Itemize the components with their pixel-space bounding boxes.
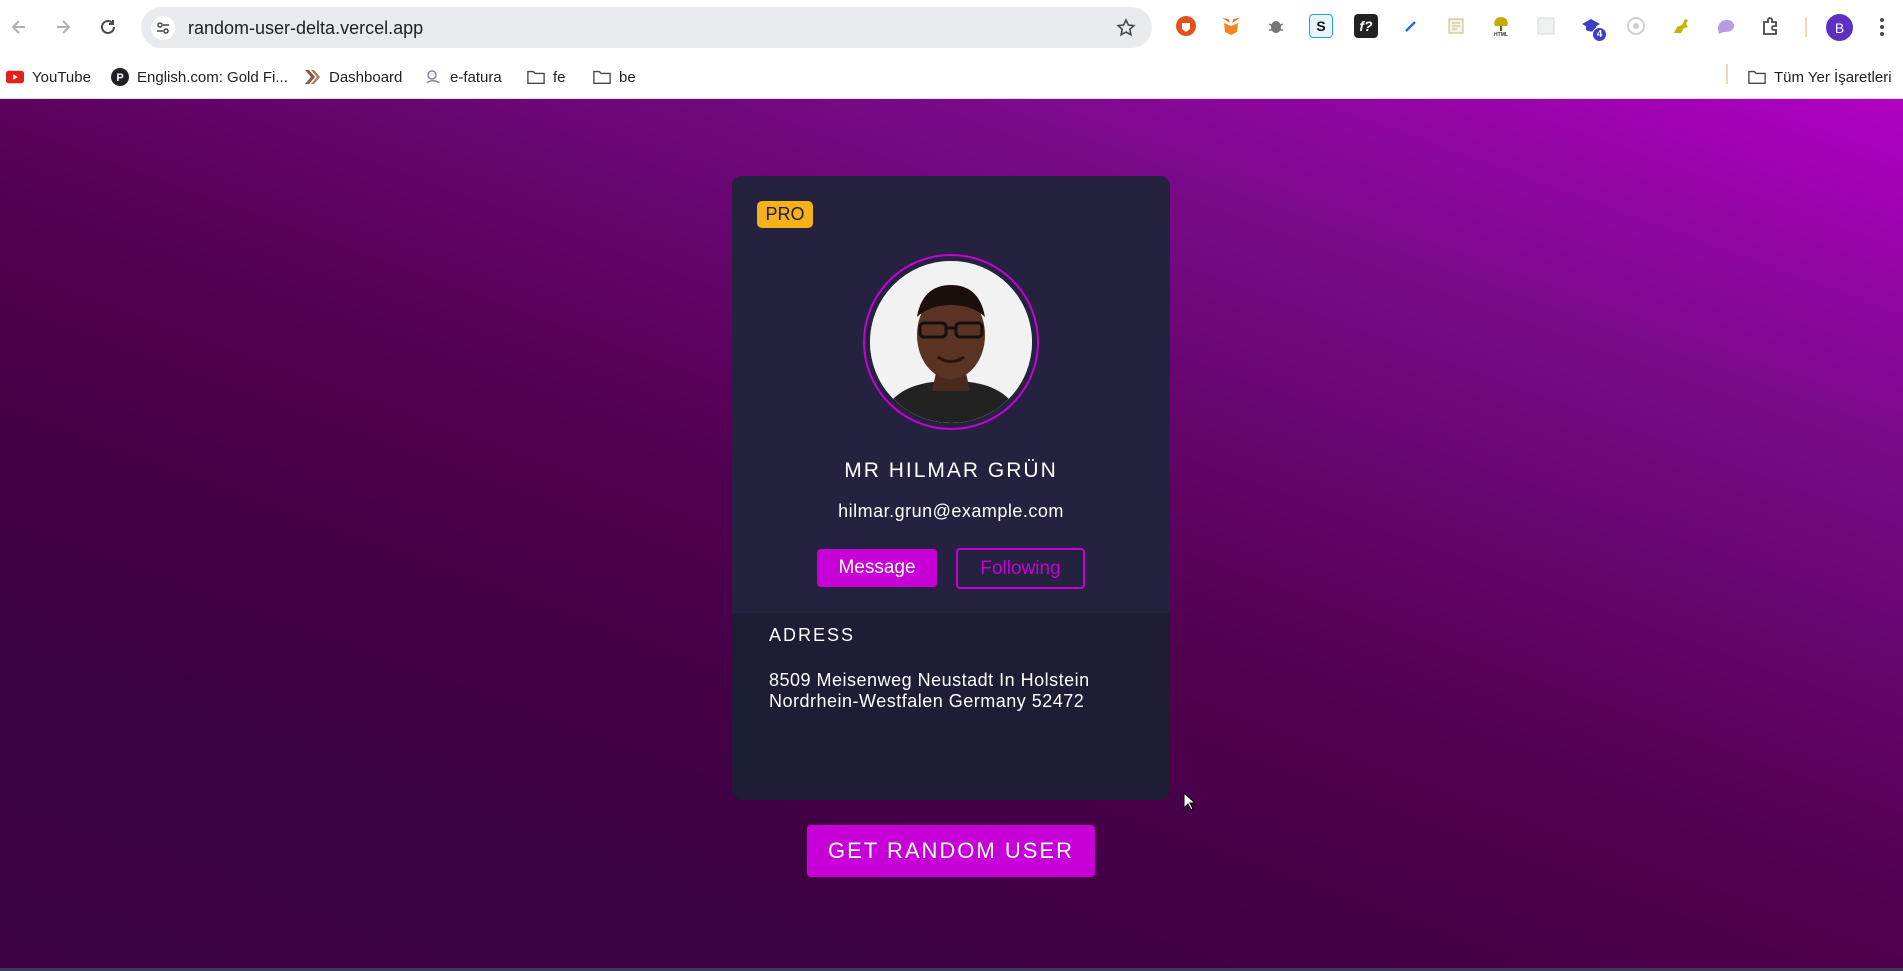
dashboard-icon <box>303 68 321 86</box>
bookmarks-divider <box>1726 64 1728 84</box>
font-extension-icon[interactable]: f? <box>1354 14 1378 38</box>
s-extension-icon[interactable]: S <box>1309 14 1333 38</box>
folder-icon <box>527 68 545 86</box>
address-line-1: 8509 Meisenweg Neustadt In Holstein <box>769 670 1090 690</box>
user-email: hilmar.grun@example.com <box>838 501 1064 521</box>
reload-icon <box>101 19 115 34</box>
bug-extension-icon[interactable] <box>1264 14 1288 38</box>
grid-extension-icon[interactable] <box>1534 14 1558 38</box>
circle-extension-icon[interactable] <box>1624 14 1648 38</box>
extension-badge: 4 <box>1592 27 1607 42</box>
url-text: random-user-delta.vercel.app <box>188 18 424 38</box>
reload-button[interactable] <box>94 13 122 41</box>
ghost-extension-icon[interactable] <box>1714 14 1738 38</box>
avatar-ring <box>863 254 1039 430</box>
following-button[interactable]: Following <box>956 548 1085 589</box>
svg-text:P: P <box>116 72 123 84</box>
bookmark-efatura[interactable]: e-fatura <box>424 55 502 99</box>
toolbar-divider <box>1805 17 1807 37</box>
avatar <box>870 261 1032 423</box>
browser-toolbar: random-user-delta.vercel.app S f? HTML 4 <box>0 0 1903 55</box>
bookmark-youtube[interactable]: YouTube <box>6 55 91 99</box>
bookmark-label: fe <box>553 68 566 86</box>
get-random-user-button[interactable]: GET RANDOM USER <box>807 825 1095 877</box>
back-arrow-icon <box>11 20 25 34</box>
brave-extension-icon[interactable] <box>1174 14 1198 38</box>
dino-extension-icon[interactable] <box>1669 14 1693 38</box>
notes-extension-icon[interactable] <box>1444 14 1468 38</box>
profile-avatar[interactable]: B <box>1826 14 1853 41</box>
pen-extension-icon[interactable] <box>1399 14 1423 38</box>
extensions-puzzle-icon[interactable] <box>1759 14 1783 38</box>
address-bar[interactable]: random-user-delta.vercel.app <box>141 7 1152 48</box>
address-title: ADRESS <box>769 625 856 645</box>
bookmark-label: Tüm Yer İşaretleri <box>1774 68 1892 86</box>
youtube-icon <box>6 68 24 86</box>
forward-arrow-icon <box>57 20 71 34</box>
back-button[interactable] <box>5 13 33 41</box>
message-button[interactable]: Message <box>817 549 937 587</box>
forward-button[interactable] <box>49 13 77 41</box>
bookmark-all-bookmarks[interactable]: Tüm Yer İşaretleri <box>1748 55 1892 99</box>
folder-icon <box>1748 68 1766 86</box>
bookmark-star-icon[interactable] <box>1114 16 1138 40</box>
user-card: PRO MR HILMAR GRÜN hilmar.grun@example.c… <box>732 176 1170 800</box>
user-name: MR HILMAR GRÜN <box>844 459 1058 482</box>
mouse-cursor-icon <box>1183 791 1197 817</box>
pro-badge: PRO <box>757 201 813 228</box>
bookmark-label: Dashboard <box>329 68 403 86</box>
html-extension-icon[interactable]: HTML <box>1489 14 1513 38</box>
bookmark-english[interactable]: P English.com: Gold Fi... <box>111 55 288 99</box>
pearson-icon: P <box>111 68 129 86</box>
bookmark-folder-fe[interactable]: fe <box>527 55 566 99</box>
bookmark-label: YouTube <box>32 68 91 86</box>
graduation-extension-icon[interactable]: 4 <box>1579 14 1607 42</box>
bookmark-dashboard[interactable]: Dashboard <box>303 55 402 99</box>
browser-menu-icon[interactable] <box>1872 14 1892 40</box>
folder-icon <box>593 68 611 86</box>
bookmarks-bar: YouTube P English.com: Gold Fi... Dashbo… <box>0 55 1903 99</box>
site-settings-icon[interactable] <box>151 16 175 40</box>
bookmark-label: be <box>619 68 636 86</box>
page-background: PRO MR HILMAR GRÜN hilmar.grun@example.c… <box>0 99 1903 971</box>
bookmark-label: English.com: Gold Fi... <box>137 68 288 86</box>
efatura-icon <box>424 68 442 86</box>
address-line-2: Nordrhein-Westfalen Germany 52472 <box>769 691 1085 711</box>
svg-text:HTML: HTML <box>1494 32 1508 37</box>
bookmark-folder-be[interactable]: be <box>593 55 636 99</box>
bookmark-label: e-fatura <box>450 68 502 86</box>
metamask-extension-icon[interactable] <box>1219 14 1243 38</box>
